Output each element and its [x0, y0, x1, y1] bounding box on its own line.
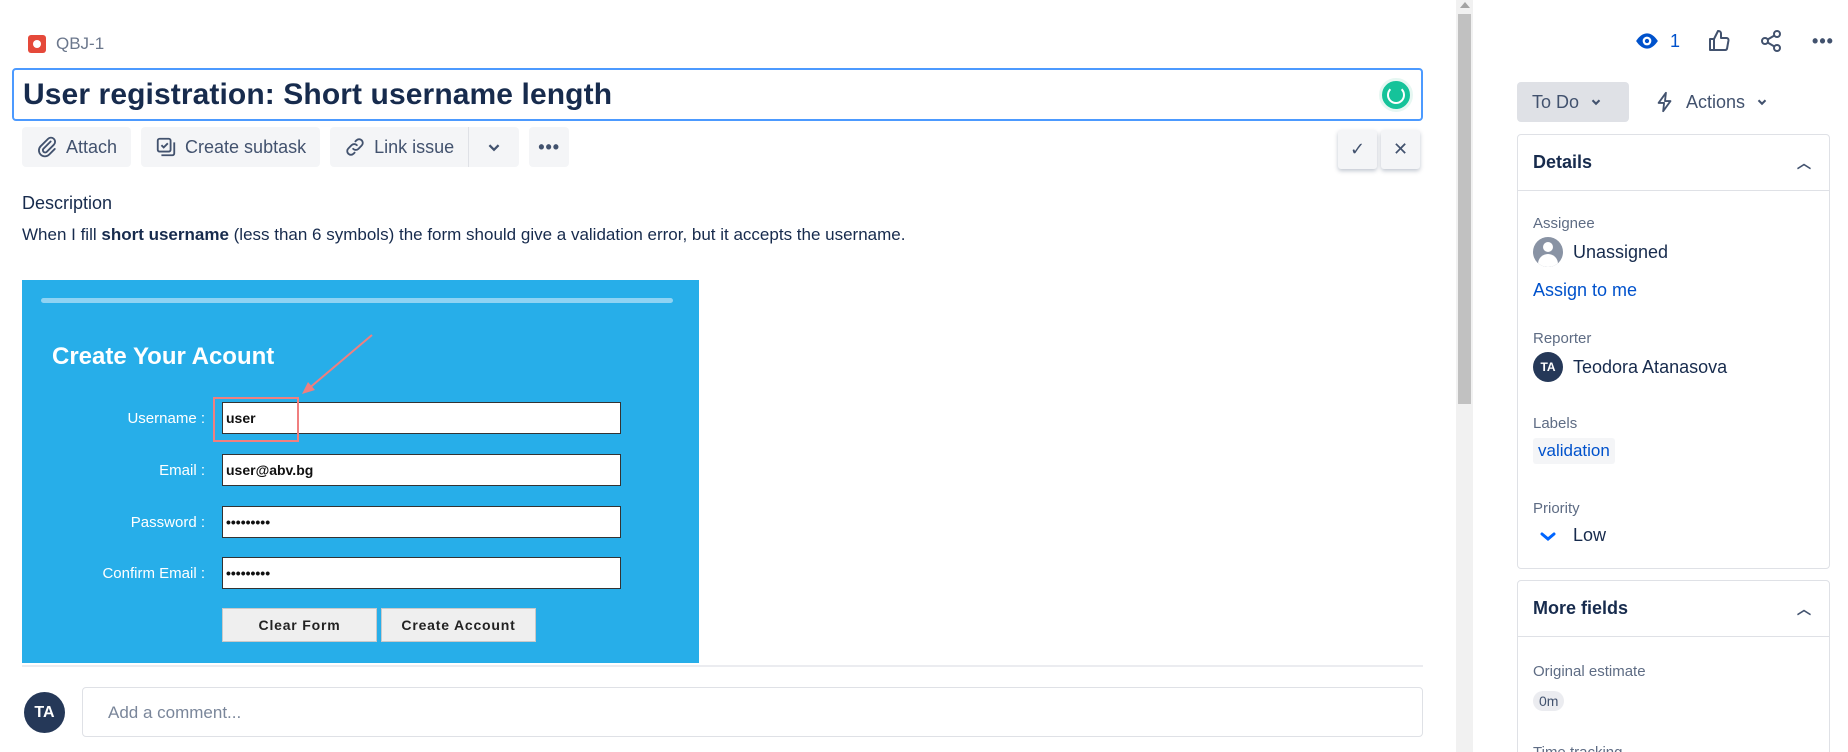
more-horizontal-icon: •••: [538, 136, 561, 157]
confirm-title-button[interactable]: ✓: [1338, 130, 1377, 169]
description-text-end: (less than 6 symbols) the form should gi…: [228, 225, 906, 244]
more-fields-header[interactable]: More fields ︿: [1518, 581, 1829, 637]
issue-sidebar: 1 ••• To Do Actions Details ︿ Assignee U…: [1490, 0, 1848, 752]
original-estimate-value[interactable]: 0m: [1533, 691, 1565, 711]
chevron-down-icon: [1757, 99, 1767, 106]
subtask-icon: [156, 137, 176, 157]
issue-top-actions: 1 •••: [1634, 28, 1848, 54]
details-panel-header[interactable]: Details ︿: [1518, 135, 1829, 191]
description-heading: Description: [22, 193, 113, 213]
reporter-label: Reporter: [1533, 330, 1592, 347]
chevron-up-icon[interactable]: ︿: [1797, 153, 1811, 173]
create-subtask-button[interactable]: Create subtask: [141, 127, 321, 167]
paperclip-icon: [38, 136, 56, 158]
details-panel: Details ︿ Assignee Unassigned Assign to …: [1517, 134, 1830, 569]
description-text-start: When I fill: [22, 225, 102, 244]
description-text[interactable]: When I fill short username (less than 6 …: [22, 225, 905, 245]
title-edit-controls: ✓ ✕: [1338, 130, 1420, 169]
attach-button[interactable]: Attach: [22, 127, 132, 167]
close-icon: ✕: [1392, 139, 1409, 159]
issue-toolbar: Attach Create subtask Link issue •••: [22, 127, 570, 167]
issue-title-field[interactable]: User registration: Short username length: [12, 68, 1423, 121]
label-chip-validation[interactable]: validation: [1533, 438, 1615, 464]
share-icon: [1761, 30, 1781, 52]
priority-low-icon: [1533, 530, 1563, 542]
scroll-up-arrow-icon[interactable]: [1460, 2, 1470, 8]
link-issue-dropdown[interactable]: [469, 127, 519, 167]
attach-label: Attach: [66, 136, 118, 157]
grammarly-icon[interactable]: [1379, 78, 1413, 112]
add-comment-input[interactable]: Add a comment...: [82, 687, 1423, 737]
description-bold-text: short username: [101, 225, 229, 244]
bug-issue-type-icon: [28, 35, 46, 53]
actions-dropdown[interactable]: Actions: [1648, 82, 1769, 122]
chevron-down-icon: [488, 144, 500, 152]
chevron-down-icon: [1591, 99, 1601, 106]
link-icon: [346, 138, 364, 156]
reporter-field[interactable]: TA Teodora Atanasova: [1533, 352, 1727, 382]
more-fields-panel: More fields ︿ Original estimate 0m Time …: [1517, 580, 1830, 752]
status-label: To Do: [1532, 91, 1580, 112]
issue-key-breadcrumb[interactable]: QBJ-1: [28, 34, 104, 54]
main-scrollbar[interactable]: [1456, 0, 1473, 752]
chevron-up-icon[interactable]: ︿: [1797, 599, 1811, 619]
eye-icon: [1636, 33, 1658, 49]
watch-button[interactable]: 1: [1634, 28, 1680, 54]
user-avatar: TA: [24, 692, 65, 733]
reporter-value: Teodora Atanasova: [1573, 356, 1728, 377]
original-estimate-label: Original estimate: [1533, 663, 1646, 680]
watch-count: 1: [1669, 30, 1680, 51]
share-button[interactable]: [1758, 28, 1784, 54]
assign-to-me-link[interactable]: Assign to me: [1533, 280, 1637, 301]
labels-label: Labels: [1533, 415, 1578, 432]
issue-main-panel: QBJ-1 User registration: Short username …: [0, 0, 1423, 752]
cancel-title-button[interactable]: ✕: [1381, 130, 1420, 169]
issue-title-text[interactable]: User registration: Short username length: [23, 78, 612, 112]
link-issue-label: Link issue: [374, 136, 455, 157]
more-options-button[interactable]: •••: [1810, 28, 1836, 54]
like-button[interactable]: [1706, 28, 1732, 54]
priority-label: Priority: [1533, 500, 1580, 517]
priority-field[interactable]: Low: [1533, 525, 1606, 546]
issue-key[interactable]: QBJ-1: [56, 34, 104, 54]
section-divider: [22, 665, 1423, 667]
assignee-value: Unassigned: [1573, 241, 1669, 262]
more-actions-button[interactable]: •••: [529, 127, 570, 167]
reporter-avatar: TA: [1533, 352, 1563, 382]
status-dropdown[interactable]: To Do: [1517, 82, 1629, 122]
actions-label: Actions: [1686, 91, 1746, 112]
time-tracking-label: Time tracking: [1533, 744, 1622, 752]
assignee-field[interactable]: Unassigned: [1533, 237, 1668, 267]
check-icon: ✓: [1349, 139, 1366, 159]
annotation-arrow-icon: [302, 334, 373, 394]
scrollbar-thumb[interactable]: [1458, 14, 1471, 404]
priority-value: Low: [1573, 525, 1607, 545]
link-issue-button-group: Link issue: [330, 127, 520, 167]
unassigned-avatar: [1533, 237, 1563, 267]
assignee-label: Assignee: [1533, 215, 1595, 232]
more-fields-title: More fields: [1533, 598, 1629, 618]
lightning-icon: [1657, 91, 1672, 113]
attachment-screenshot[interactable]: Create Your Acount Username : user Email…: [22, 280, 699, 663]
link-issue-button[interactable]: Link issue: [330, 127, 468, 167]
thumbs-up-icon: [1709, 29, 1730, 51]
more-horizontal-icon: •••: [1812, 30, 1834, 51]
create-subtask-label: Create subtask: [185, 136, 307, 157]
details-title: Details: [1533, 152, 1593, 172]
